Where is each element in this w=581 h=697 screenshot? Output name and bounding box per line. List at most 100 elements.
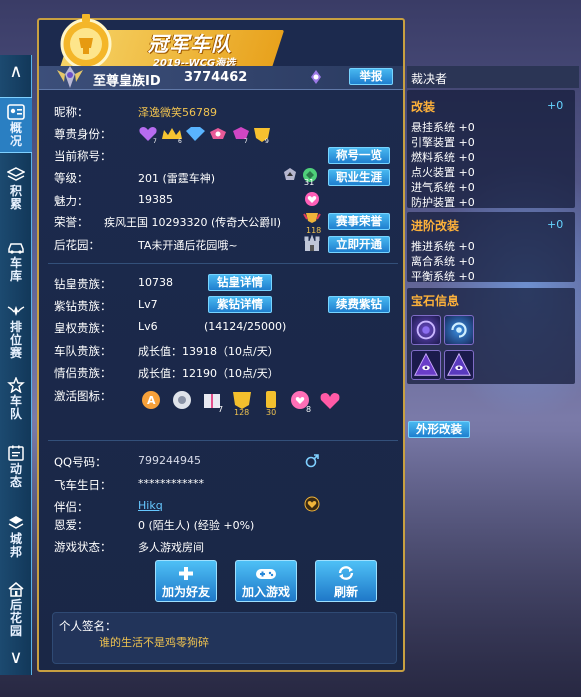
event-honor-button[interactable]: 赛事荣誉 [328, 213, 390, 230]
rank-wings-icon [7, 306, 25, 316]
layers-icon [7, 167, 25, 181]
royal-noble-progress: (14124/25000) [204, 320, 287, 333]
love-label: 恩爱： [54, 518, 89, 532]
mod-line: 燃料系统 +0 [411, 151, 475, 164]
honor-label: 荣誉： [54, 215, 89, 229]
garden-house-icon [8, 582, 24, 597]
section-divider-1 [48, 263, 398, 264]
car-name: 裁决者 [407, 66, 579, 88]
nav-item-accumulate[interactable]: 积累 [0, 167, 32, 219]
level-label: 等级： [54, 171, 89, 185]
helmet-icon [173, 391, 191, 409]
adv-mod-title: 进阶改装 [411, 219, 460, 233]
team-noble-value: 成长值：13918（10点/天） [138, 345, 279, 358]
phone-badge-count: 30 [266, 408, 277, 417]
nav-up-arrow[interactable]: ∧ [0, 57, 32, 87]
mod-plus: +0 [547, 99, 564, 112]
banner-title: 冠军车队 [148, 32, 232, 56]
svg-text:7: 7 [244, 138, 248, 144]
nav-label-overview: 概况 [9, 121, 22, 148]
garden-castle-icon [304, 234, 320, 251]
diamond-detail-button[interactable]: 钻皇详情 [208, 274, 272, 291]
signature-text: 谁的生活不是鸡零狗碎 [99, 636, 209, 649]
swirl-gem-icon [416, 320, 436, 340]
nickname-label: 昵称： [54, 105, 89, 119]
noble-crown-badge-icon: 6 [162, 128, 182, 144]
adv-mod-line: 推进系统 +0 [411, 240, 475, 253]
charm-value: 19385 [138, 193, 173, 206]
gift-badge-count: 7 [218, 405, 224, 414]
adv-mod-plus: +0 [547, 218, 564, 231]
vip-badge-count: 128 [234, 408, 250, 417]
purple-detail-button[interactable]: 紫钻详情 [208, 296, 272, 313]
qq-label: QQ号码： [54, 455, 107, 469]
couple-noble-label: 情侣贵族： [54, 366, 112, 380]
pink-heart-icon [320, 393, 340, 409]
gem-slot-4[interactable] [444, 350, 474, 380]
appearance-mod-button[interactable]: 外形改装 [408, 421, 470, 438]
add-friend-button[interactable]: 加为好友 [155, 560, 217, 602]
id-label: 至尊皇族ID [93, 74, 161, 89]
nav-down-arrow[interactable]: ∨ [0, 643, 32, 673]
gem-slot-1[interactable] [411, 315, 441, 345]
noble-diamond-badge-icon [186, 127, 205, 141]
nickname-value: 泽逸微笑56789 [138, 106, 217, 119]
join-game-label: 加入游戏 [241, 585, 290, 599]
noble-badges-row: 7 6 7 9 [139, 127, 270, 144]
couple-noble-value: 成长值：12190（10点/天） [138, 367, 279, 380]
status-value: 多人游戏房间 [138, 541, 204, 554]
purple-noble-label: 紫钻贵族： [54, 299, 112, 313]
level-badge-count: 31 [304, 178, 315, 187]
svg-text:7: 7 [153, 138, 157, 144]
nav-item-city[interactable]: 城邦 [0, 515, 32, 567]
nav-item-team[interactable]: 车队 [0, 377, 32, 429]
charm-heart-icon [305, 192, 319, 206]
mod-line: 引擎装置 +0 [411, 136, 475, 149]
side-navigation: ∧ 概况 积累 车库 排位赛 车队 动态 城邦 后花园 ∨ [0, 55, 32, 675]
mod-title: 改装 [411, 100, 436, 114]
nav-label-accumulate: 积累 [9, 184, 22, 211]
nav-item-ranked[interactable]: 排位赛 [0, 303, 32, 369]
mod-line: 点火装置 +0 [411, 166, 475, 179]
open-garden-button[interactable]: 立即开通 [328, 236, 390, 253]
nav-item-overview[interactable]: 概况 [0, 97, 32, 153]
calendar-news-icon [8, 445, 24, 461]
gem-slot-3[interactable] [411, 350, 441, 380]
nav-label-garage: 车库 [9, 256, 22, 283]
nav-item-garden[interactable]: 后花园 [0, 581, 32, 641]
refresh-button[interactable]: 刷新 [315, 560, 377, 602]
a-circle-icon: A [142, 391, 160, 409]
nav-item-garage[interactable]: 车库 [0, 239, 32, 291]
qq-value: 799244945 [138, 454, 201, 467]
career-button[interactable]: 职业生涯 [328, 169, 390, 186]
join-game-button[interactable]: 加入游戏 [235, 560, 297, 602]
car-icon [8, 243, 24, 254]
refresh-label: 刷新 [333, 585, 358, 599]
charm-label: 魅力： [54, 194, 89, 208]
mod-line: 进气系统 +0 [411, 181, 475, 194]
svg-text:9: 9 [265, 138, 269, 144]
nav-label-city: 城邦 [9, 532, 22, 559]
adv-mod-line: 平衡系统 +0 [411, 270, 475, 283]
title-list-button[interactable]: 称号一览 [328, 147, 390, 164]
signature-label: 个人签名： [59, 619, 117, 633]
honor-value: 疾风王国 10293320 (传奇大公爵II) [104, 216, 282, 229]
nav-label-ranked: 排位赛 [9, 320, 22, 360]
nav-item-activity[interactable]: 动态 [0, 445, 32, 497]
supreme-wing-badge-icon [57, 66, 83, 88]
purple-noble-value: Lv7 [138, 298, 158, 311]
svg-text:6: 6 [178, 138, 182, 144]
mod-line: 防护装置 +0 [411, 196, 475, 209]
refresh-icon [338, 566, 354, 580]
renew-purple-button[interactable]: 续费紫钻 [328, 296, 390, 313]
title-label: 当前称号： [54, 149, 112, 163]
report-button[interactable]: 举报 [349, 68, 393, 85]
add-friend-label: 加为好友 [161, 585, 210, 599]
adv-mod-line: 离合系统 +0 [411, 255, 475, 268]
mod-line: 悬挂系统 +0 [411, 121, 475, 134]
car-mod-panel: 裁决者 改装 +0 悬挂系统 +0 引擎装置 +0 燃料系统 +0 点火装置 +… [405, 66, 581, 466]
partner-link[interactable]: Hikq [138, 499, 163, 512]
gem-slot-2[interactable] [444, 315, 474, 345]
city-layers-icon [8, 516, 24, 529]
diamond-noble-label: 钻皇贵族： [54, 277, 112, 291]
